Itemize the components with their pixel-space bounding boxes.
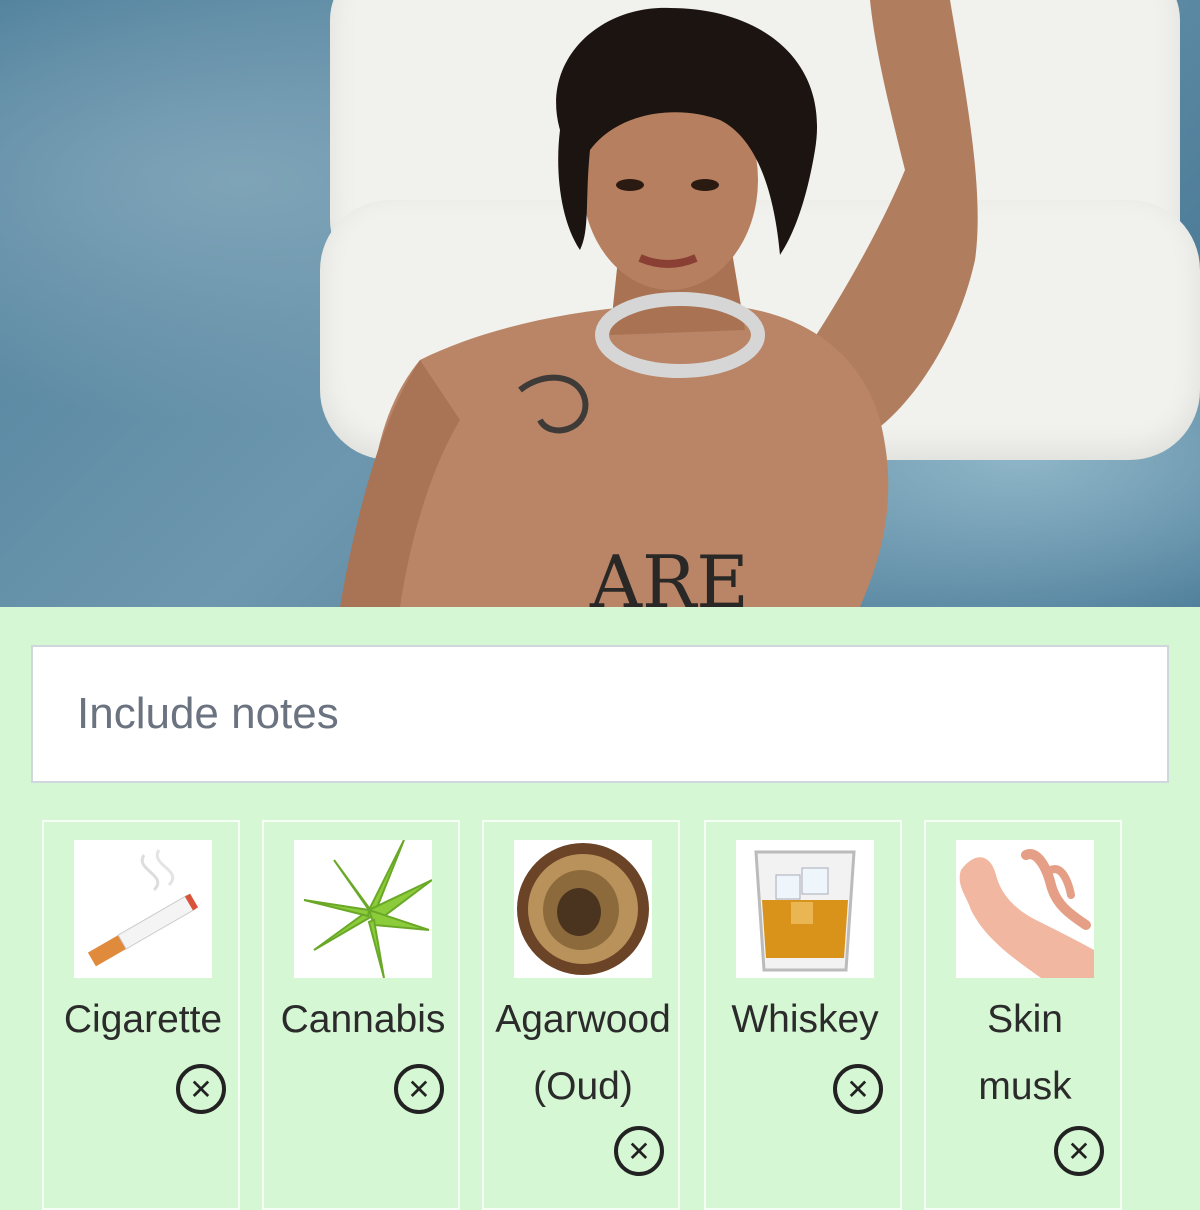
agarwood-icon	[514, 840, 652, 978]
person-figure: ARE	[340, 0, 978, 607]
notes-search-box	[31, 645, 1169, 783]
note-label: Whiskey	[731, 998, 879, 1041]
note-label: Skin musk	[978, 998, 1072, 1108]
remove-note-button[interactable]: ✕	[1054, 1126, 1104, 1176]
hand-icon	[956, 840, 1094, 978]
remove-note-button[interactable]: ✕	[394, 1064, 444, 1114]
note-card-cannabis: Cannabis ✕	[262, 820, 460, 1210]
selected-notes-list: Cigarette ✕ Cannabis ✕ Agarwood (Oud) ✕ …	[0, 820, 1200, 1210]
include-notes-input[interactable]	[31, 645, 1169, 783]
note-card-agarwood: Agarwood (Oud) ✕	[482, 820, 680, 1210]
note-card-skin-musk: Skin musk ✕	[924, 820, 1122, 1210]
note-label: Agarwood (Oud)	[495, 998, 671, 1108]
note-card-whiskey: Whiskey ✕	[704, 820, 902, 1210]
svg-text:ARE: ARE	[589, 540, 749, 607]
note-card-cigarette: Cigarette ✕	[42, 820, 240, 1210]
remove-note-button[interactable]: ✕	[833, 1064, 883, 1114]
cigarette-icon	[74, 840, 212, 978]
remove-note-button[interactable]: ✕	[614, 1126, 664, 1176]
cannabis-leaf-icon	[294, 840, 432, 978]
note-label: Cigarette	[63, 998, 223, 1041]
remove-note-button[interactable]: ✕	[176, 1064, 226, 1114]
hero-photo: ARE	[0, 0, 1200, 607]
whiskey-glass-icon	[736, 840, 874, 978]
note-label: Cannabis	[280, 998, 446, 1041]
